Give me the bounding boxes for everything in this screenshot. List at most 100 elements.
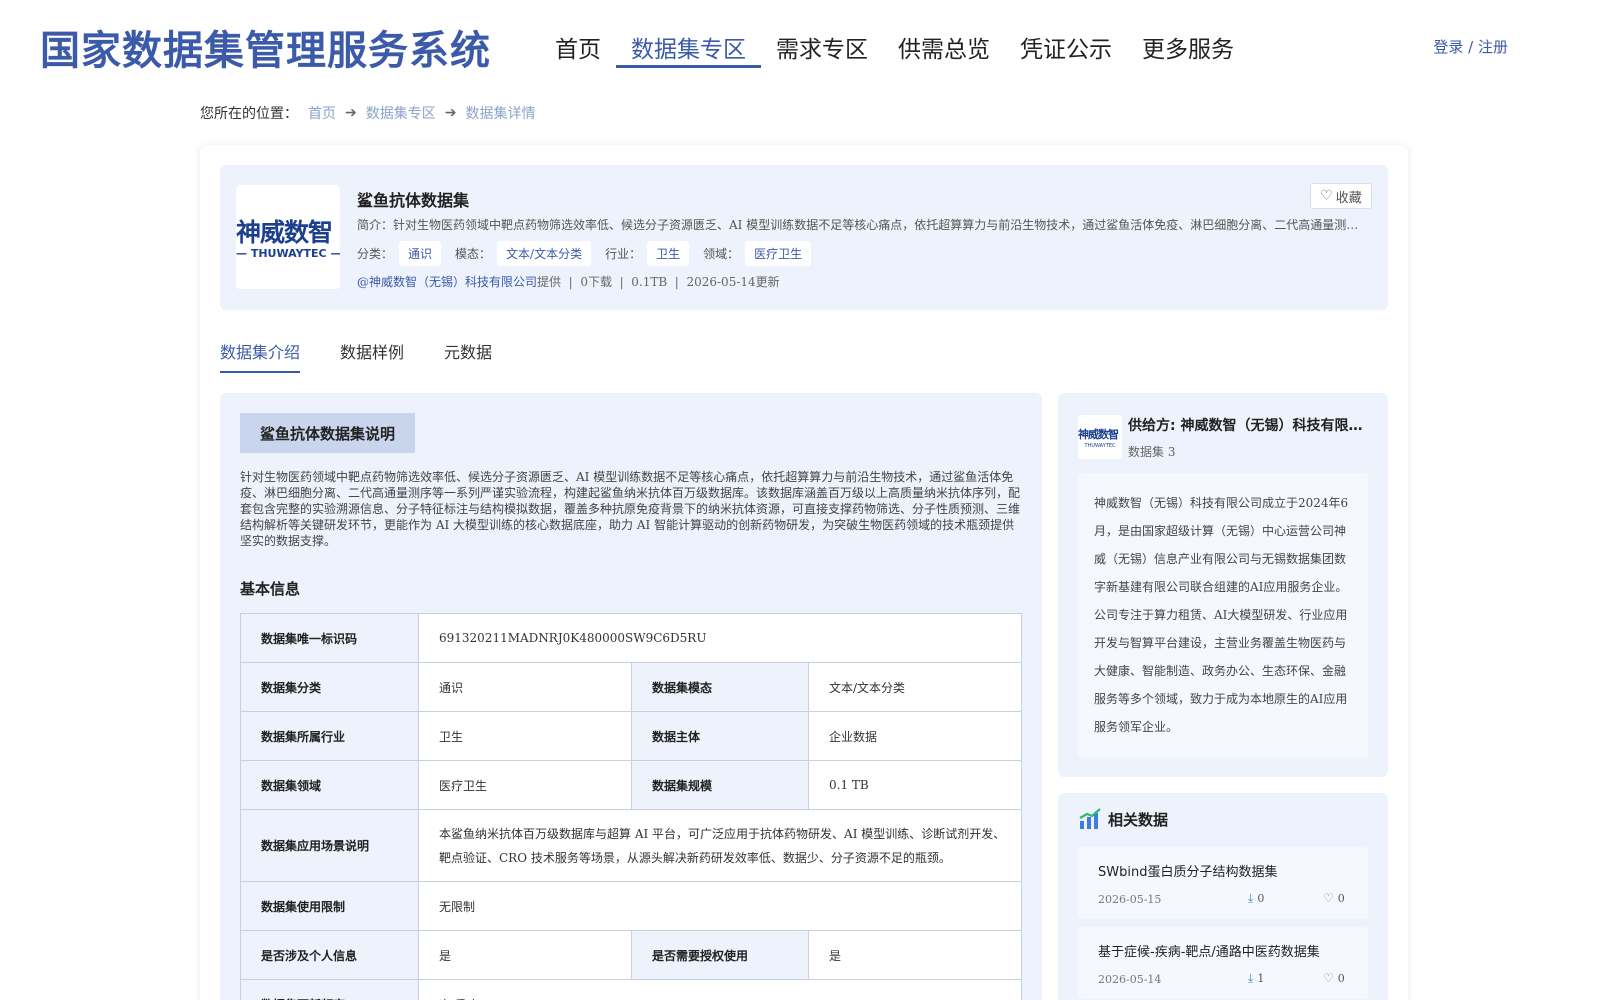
arrow-right-icon: ➔ <box>345 105 357 121</box>
introduction-panel: 鲨鱼抗体数据集说明 针对生物医药领域中靶点药物筛选效率低、候选分子资源匮乏、AI… <box>220 393 1042 1000</box>
table-row: 数据集应用场景说明 本鲨鱼纳米抗体百万级数据库与超算 AI 平台，可广泛应用于抗… <box>240 809 1022 882</box>
dataset-title: 鲨鱼抗体数据集 <box>357 191 470 210</box>
table-value: 是 <box>418 930 632 980</box>
related-data-panel: 相关数据 SWbind蛋白质分子结构数据集 2026-05-15 ⤓ 0 ♡ 0… <box>1058 793 1388 1000</box>
tab-metadata[interactable]: 元数据 <box>444 339 492 373</box>
dataset-stats: 提供 | 0下载 | 0.1TB | 2026-05-14更新 <box>537 275 780 289</box>
site-title[interactable]: 国家数据集管理服务系统 <box>40 18 491 76</box>
table-value: 医疗卫生 <box>418 760 632 810</box>
provider-meta-line: @神威数智（无锡）科技有限公司提供 | 0下载 | 0.1TB | 2026-0… <box>357 273 780 290</box>
related-item-name[interactable]: SWbind蛋白质分子结构数据集 <box>1098 861 1277 880</box>
table-value: 文本/文本分类 <box>808 662 1022 712</box>
related-header: 相关数据 <box>1078 807 1168 831</box>
table-value: 是 <box>808 930 1022 980</box>
table-value: 0.1 TB <box>808 760 1022 810</box>
download-count: 0 <box>1257 892 1265 905</box>
breadcrumb: 您所在的位置： 首页 ➔ 数据集专区 ➔ 数据集详情 <box>200 103 535 123</box>
table-key: 数据集应用场景说明 <box>240 809 419 882</box>
nav-item-certificates[interactable]: 凭证公示 <box>1005 26 1127 68</box>
nav-item-demand[interactable]: 需求专区 <box>761 26 883 68</box>
table-value: 691320211MADNRJ0K480000SW9C6D5RU <box>418 613 1022 663</box>
table-row: 数据集所属行业 卫生 数据主体 企业数据 <box>240 711 1022 761</box>
arrow-right-icon: ➔ <box>444 105 457 121</box>
related-title: 相关数据 <box>1108 810 1169 829</box>
table-row: 是否涉及个人信息 是 是否需要授权使用 是 <box>240 930 1022 980</box>
supplier-logo: 神威数智 THUWAYTEC <box>1078 415 1122 459</box>
login-register-link[interactable]: 登录 / 注册 <box>1433 36 1508 57</box>
heart-icon: ♡ <box>1323 891 1334 905</box>
list-item[interactable]: SWbind蛋白质分子结构数据集 2026-05-15 ⤓ 0 ♡ 0 <box>1078 847 1368 919</box>
bar-chart-icon <box>1079 808 1101 829</box>
nav-item-datasets[interactable]: 数据集专区 <box>616 26 761 68</box>
related-item-favorites: ♡ 0 <box>1323 891 1345 905</box>
tag-modality[interactable]: 文本/文本分类 <box>497 241 592 266</box>
table-key: 数据集模态 <box>631 662 809 712</box>
heart-icon: ♡ <box>1323 971 1334 985</box>
basic-info-table: 数据集唯一标识码 691320211MADNRJ0K480000SW9C6D5R… <box>240 613 1022 1000</box>
table-row: 数据集领域 医疗卫生 数据集规模 0.1 TB <box>240 760 1022 810</box>
table-row: 数据集分类 通识 数据集模态 文本/文本分类 <box>240 662 1022 712</box>
table-key: 数据集使用限制 <box>240 881 419 931</box>
tag-label-modality: 模态： <box>455 247 492 261</box>
breadcrumb-current: 数据集详情 <box>465 106 536 122</box>
supplier-dataset-count: 数据集 3 <box>1128 445 1176 459</box>
dataset-detail-card: 神威数智 — THUWAYTEC — 鲨鱼抗体数据集 简介：针对生物医药领域中靶… <box>200 145 1408 1000</box>
supplier-description: 神威数智（无锡）科技有限公司成立于2024年6月，是由国家超级计算（无锡）中心运… <box>1078 473 1368 758</box>
table-key: 是否涉及个人信息 <box>240 930 419 980</box>
download-icon: ⤓ <box>1248 891 1254 905</box>
related-item-date: 2026-05-14 <box>1098 973 1162 986</box>
tab-samples[interactable]: 数据样例 <box>340 339 404 373</box>
provider-link[interactable]: @神威数智（无锡）科技有限公司 <box>357 275 537 289</box>
table-value: 无限制 <box>418 881 1022 931</box>
related-item-downloads: ⤓ 1 <box>1248 971 1264 986</box>
tab-introduction[interactable]: 数据集介绍 <box>220 339 301 373</box>
logo-text: 神威数智 <box>236 218 333 247</box>
table-value: 本鲨鱼纳米抗体百万级数据库与超算 AI 平台，可广泛应用于抗体药物研发、AI 模… <box>418 809 1022 882</box>
breadcrumb-datasets[interactable]: 数据集专区 <box>366 103 436 123</box>
table-key: 数据集更新频率 <box>240 979 419 1000</box>
tag-category[interactable]: 通识 <box>399 241 442 266</box>
site-header: 国家数据集管理服务系统 首页 数据集专区 需求专区 供需总览 凭证公示 更多服务… <box>0 0 1600 90</box>
breadcrumb-prefix: 您所在的位置： <box>200 106 298 122</box>
download-count: 1 <box>1257 972 1265 985</box>
nav-item-overview[interactable]: 供需总览 <box>883 26 1005 68</box>
table-value: 卫生 <box>418 711 632 761</box>
nav-item-more[interactable]: 更多服务 <box>1127 26 1249 68</box>
provider-logo: 神威数智 — THUWAYTEC — <box>236 185 340 289</box>
table-key: 数据集规模 <box>631 760 809 810</box>
table-value: 通识 <box>418 662 632 712</box>
heart-icon: ♡ <box>1320 188 1333 204</box>
logo-subtext: — THUWAYTEC — <box>236 247 340 260</box>
table-key: 数据集分类 <box>240 662 419 712</box>
tag-label-category: 分类： <box>357 247 394 261</box>
favorite-button[interactable]: ♡ 收藏 <box>1310 183 1372 209</box>
table-value: 次/季度 <box>418 979 1022 1000</box>
table-row: 数据集唯一标识码 691320211MADNRJ0K480000SW9C6D5R… <box>240 613 1022 663</box>
tag-domain[interactable]: 医疗卫生 <box>745 241 812 266</box>
list-item[interactable]: 基于症候-疾病-靶点/通路中医药数据集 2026-05-14 ⤓ 1 ♡ 0 <box>1078 927 1368 999</box>
table-key: 数据集领域 <box>240 760 419 810</box>
table-key: 数据主体 <box>631 711 809 761</box>
basic-info-heading: 基本信息 <box>240 580 301 598</box>
related-item-name[interactable]: 基于症候-疾病-靶点/通路中医药数据集 <box>1098 941 1320 960</box>
dataset-intro: 简介：针对生物医药领域中靶点药物筛选效率低、候选分子资源匮乏、AI 模型训练数据… <box>357 218 1362 232</box>
dataset-summary-panel: 神威数智 — THUWAYTEC — 鲨鱼抗体数据集 简介：针对生物医药领域中靶… <box>220 165 1388 310</box>
table-row: 数据集更新频率 次/季度 <box>240 979 1022 1000</box>
supplier-logo-text: 神威数智 <box>1078 428 1119 441</box>
tag-label-domain: 领域： <box>703 247 740 261</box>
nav-item-home[interactable]: 首页 <box>540 26 616 68</box>
tag-industry[interactable]: 卫生 <box>647 241 690 266</box>
table-value: 企业数据 <box>808 711 1022 761</box>
favorite-label: 收藏 <box>1335 190 1362 206</box>
favorite-count: 0 <box>1337 971 1345 985</box>
related-item-downloads: ⤓ 0 <box>1248 891 1264 906</box>
favorite-count: 0 <box>1337 891 1345 905</box>
breadcrumb-home[interactable]: 首页 <box>308 103 336 123</box>
main-nav: 首页 数据集专区 需求专区 供需总览 凭证公示 更多服务 <box>540 26 1249 68</box>
supplier-panel: 神威数智 THUWAYTEC 供给方: 神威数智（无锡）科技有限公司 数据集 3… <box>1058 393 1388 777</box>
supplier-name[interactable]: 供给方: 神威数智（无锡）科技有限公司 <box>1128 415 1368 435</box>
related-item-favorites: ♡ 0 <box>1323 971 1345 985</box>
tag-label-industry: 行业： <box>605 247 642 261</box>
dataset-tags: 分类： 通识 模态： 文本/文本分类 行业： 卫生 领域： 医疗卫生 <box>357 241 825 266</box>
section-title: 鲨鱼抗体数据集说明 <box>240 413 416 453</box>
